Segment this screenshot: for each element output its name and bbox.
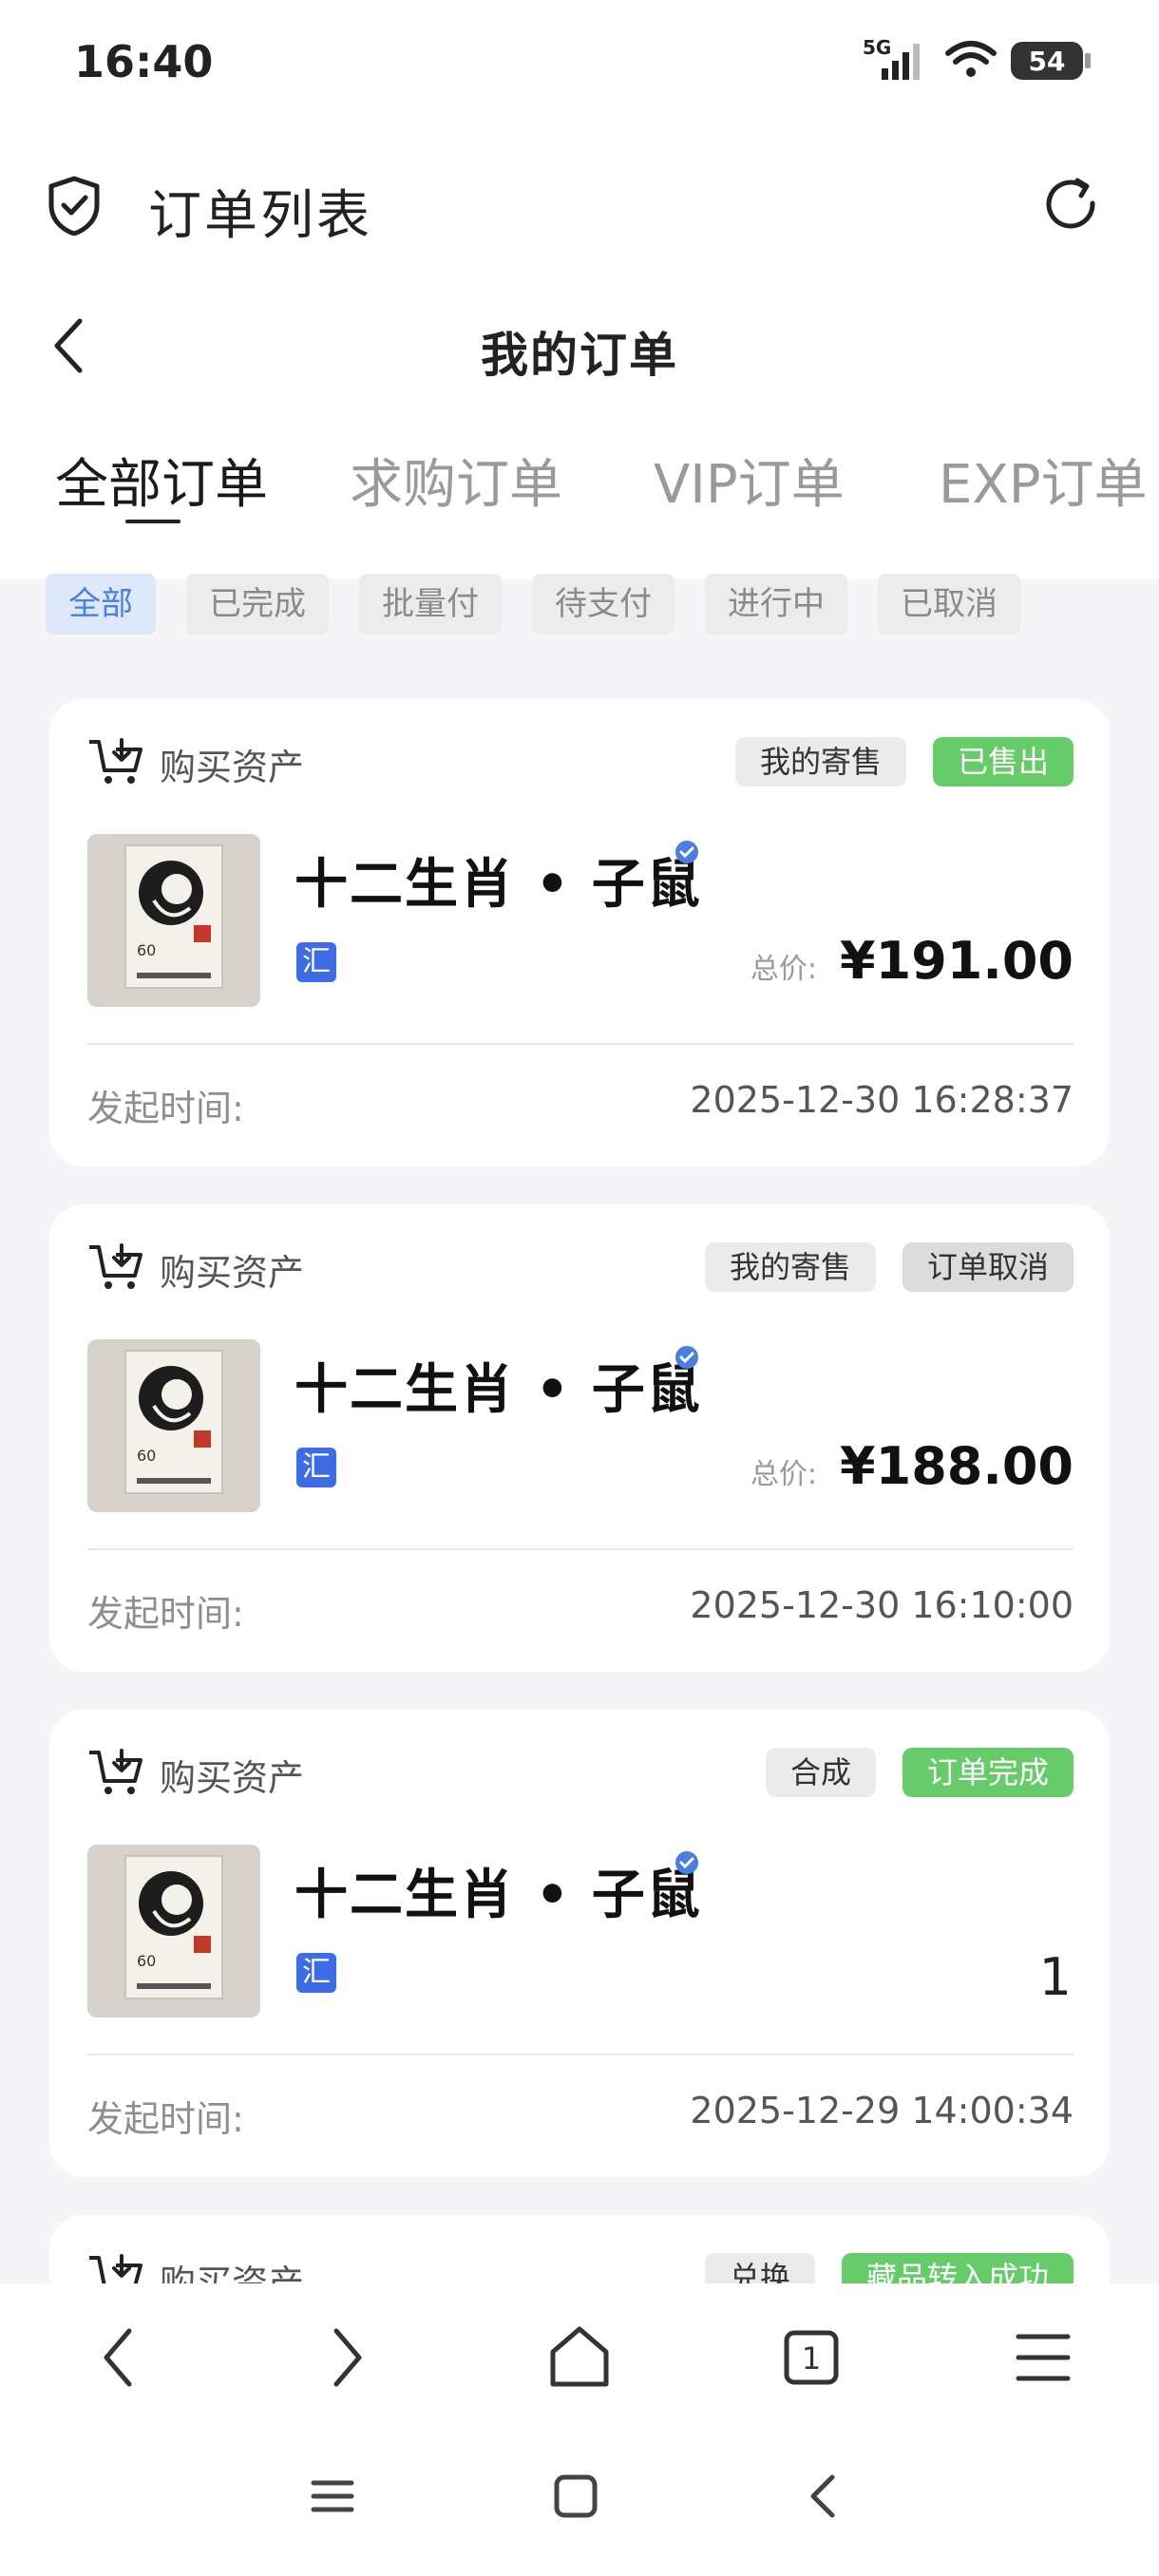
price-label: 总价: [750, 1458, 818, 1491]
shield-check-icon [46, 175, 103, 239]
order-badges: 我的寄售 订单取消 [704, 1242, 1074, 1292]
app-header: 订单列表 [0, 152, 1159, 256]
order-type-label: 购买资产 [160, 746, 305, 788]
svg-text:60: 60 [137, 1952, 156, 1970]
browser-back-icon[interactable] [91, 2321, 144, 2397]
time-label: 发起时间: [87, 2098, 244, 2140]
status-time: 16:40 [74, 36, 214, 87]
tab-vip-orders[interactable]: VIP订单 [654, 442, 845, 519]
divider [87, 2054, 1074, 2055]
exchange-tag: 汇 [296, 1448, 336, 1487]
recent-apps-icon[interactable] [308, 2470, 357, 2527]
cart-icon [87, 736, 144, 791]
filter-cancelled[interactable]: 已取消 [878, 574, 1020, 635]
order-price: ¥188.00 [840, 1436, 1074, 1496]
filter-in-progress[interactable]: 进行中 [705, 574, 847, 635]
badge-source: 我的寄售 [704, 1242, 876, 1292]
svg-text:60: 60 [137, 1447, 156, 1465]
nav-row: 我的订单 [0, 304, 1159, 389]
order-type: 购买资产 [87, 1748, 304, 1801]
order-type-label: 购买资产 [160, 1756, 305, 1799]
exchange-tag: 汇 [296, 1953, 336, 1993]
status-badge: 订单完成 [902, 1748, 1074, 1797]
status-bar: 16:40 5G 54 [0, 0, 1159, 133]
tab-all-orders[interactable]: 全部订单 [55, 442, 268, 519]
item-name: 十二生肖 • 子鼠 [294, 1359, 702, 1421]
item-thumbnail: 60 [87, 1845, 260, 2017]
order-badges: 我的寄售 已售出 [734, 737, 1074, 786]
filter-batch-pay[interactable]: 批量付 [359, 574, 502, 635]
verified-icon [674, 1345, 699, 1373]
item-name: 十二生肖 • 子鼠 [294, 854, 702, 916]
tab-active-indicator [125, 520, 180, 523]
order-card[interactable]: 购买资产 我的寄售 已售出 60 十二生肖 • 子鼠 汇 总价: ¥191.00… [49, 699, 1110, 1166]
tabs-button[interactable]: 1 [779, 2321, 844, 2394]
order-time: 2025-12-30 16:10:00 [690, 1584, 1074, 1626]
order-badges: 合成 订单完成 [765, 1748, 1074, 1797]
price-label: 总价: [750, 953, 818, 986]
price-block: 总价: ¥191.00 [750, 931, 1074, 991]
page-title: 我的订单 [481, 328, 678, 383]
home-icon[interactable] [545, 2321, 614, 2397]
wifi-icon [944, 38, 998, 84]
cart-icon [87, 1241, 144, 1297]
signal-icon: 5G [863, 36, 931, 82]
filter-all[interactable]: 全部 [46, 574, 156, 635]
order-type: 购买资产 [87, 737, 304, 790]
tab-count: 1 [801, 2340, 822, 2377]
battery-indicator: 54 [1011, 42, 1091, 80]
filter-pending-payment[interactable]: 待支付 [532, 574, 674, 635]
browser-forward-icon[interactable] [321, 2321, 374, 2397]
divider [87, 1043, 1074, 1045]
price-block: 总价: ¥188.00 [750, 1436, 1074, 1496]
bottom-nav: 1 [0, 2283, 1159, 2576]
order-time: 2025-12-29 14:00:34 [690, 2090, 1074, 2131]
exchange-tag: 汇 [296, 942, 336, 982]
order-card[interactable]: 购买资产 合成 订单完成 60 十二生肖 • 子鼠 汇 1 发起时间: 2025… [49, 1710, 1110, 2177]
time-label: 发起时间: [87, 1593, 244, 1635]
order-price: ¥191.00 [840, 931, 1074, 991]
status-badge: 已售出 [932, 737, 1074, 786]
status-badge: 订单取消 [902, 1242, 1074, 1292]
tab-exp-orders[interactable]: EXP订单 [939, 442, 1148, 519]
order-quantity: 1 [1038, 1947, 1072, 2007]
item-name: 十二生肖 • 子鼠 [294, 1865, 702, 1926]
refresh-icon[interactable] [1041, 175, 1102, 239]
order-type: 购买资产 [87, 1242, 304, 1296]
badge-source: 我的寄售 [734, 737, 906, 786]
order-card[interactable]: 购买资产 我的寄售 订单取消 60 十二生肖 • 子鼠 汇 总价: ¥188.0… [49, 1204, 1110, 1672]
filter-chips: 全部 已完成 批量付 待支付 进行中 已取消 [46, 574, 1020, 635]
order-tabs: 全部订单 求购订单 VIP订单 EXP订单 [0, 442, 1159, 527]
cart-icon [87, 1747, 144, 1802]
order-time: 2025-12-30 16:28:37 [690, 1079, 1074, 1121]
divider [87, 1548, 1074, 1550]
badge-source: 合成 [765, 1748, 876, 1797]
filter-completed[interactable]: 已完成 [186, 574, 329, 635]
app-title: 订单列表 [148, 185, 372, 247]
system-home-icon[interactable] [551, 2470, 600, 2527]
verified-icon [674, 1850, 699, 1879]
time-label: 发起时间: [87, 1088, 244, 1129]
verified-icon [674, 840, 699, 868]
tab-purchase-requests[interactable]: 求购订单 [350, 442, 562, 519]
item-thumbnail: 60 [87, 1339, 260, 1512]
status-icons: 5G 54 [863, 36, 1091, 84]
order-type-label: 购买资产 [160, 1251, 305, 1294]
menu-icon[interactable] [1013, 2321, 1074, 2397]
system-back-icon[interactable] [798, 2470, 847, 2527]
item-thumbnail: 60 [87, 834, 260, 1007]
svg-text:60: 60 [137, 941, 156, 959]
